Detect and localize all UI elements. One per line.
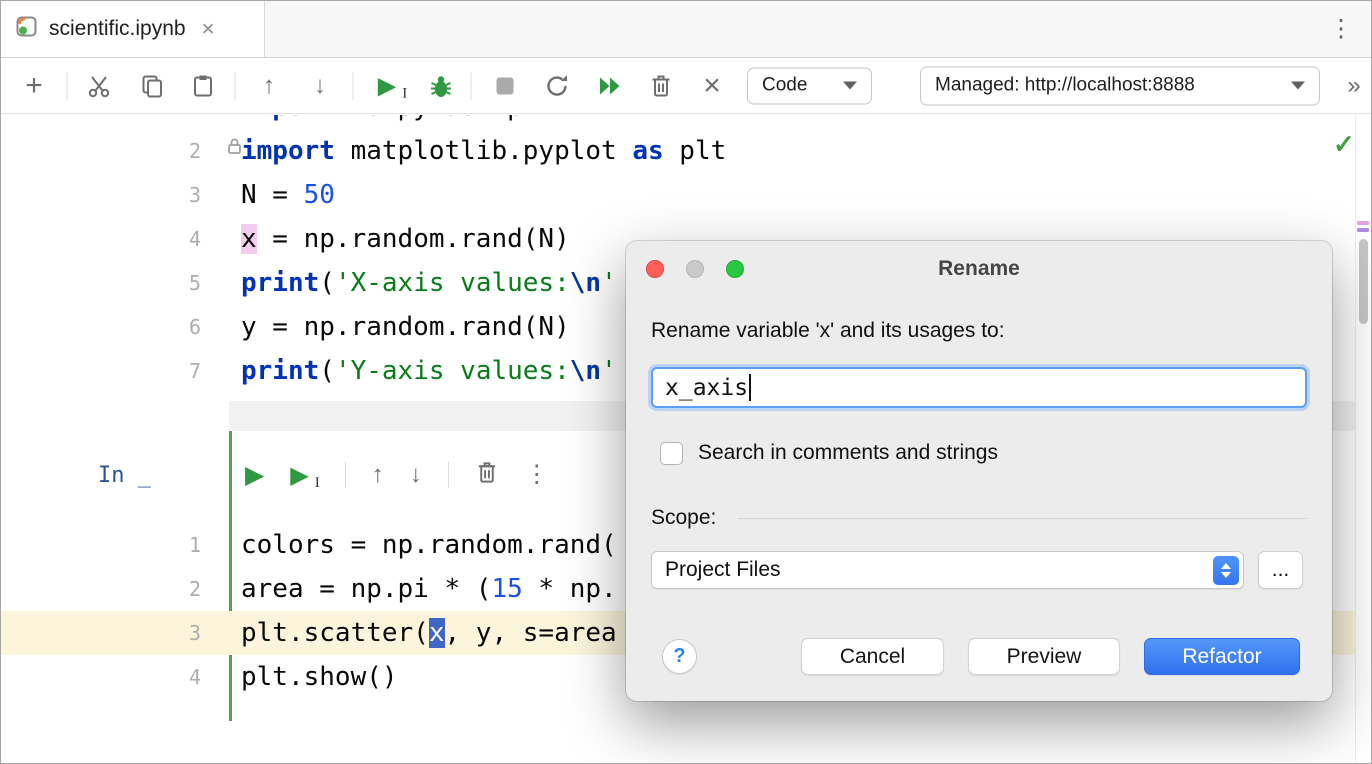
toolbar-separator <box>67 72 68 100</box>
ide-window: scientific.ipynb × ⋮ + ↑ <box>0 0 1372 764</box>
dialog-title: Rename <box>626 257 1332 281</box>
inspections-ok-icon[interactable]: ✓ <box>1333 129 1355 160</box>
line-number: 4 <box>1 227 201 251</box>
editor-tab-bar: scientific.ipynb × ⋮ <box>1 1 1371 58</box>
chevron-down-icon <box>843 82 857 90</box>
lock-icon <box>227 137 242 160</box>
code-text: N = 50 <box>241 180 335 210</box>
tab-scientific-ipynb[interactable]: scientific.ipynb × <box>1 1 265 57</box>
chevron-down-icon <box>1291 82 1305 90</box>
move-cell-up-icon[interactable]: ↑ <box>372 463 384 487</box>
move-cell-down-icon[interactable]: ↓ <box>410 463 422 487</box>
server-value: Managed: http://localhost:8888 <box>935 75 1195 97</box>
code-text: import matplotlib.pyplot as plt <box>241 136 726 166</box>
new-name-input[interactable]: x_axis <box>651 367 1307 408</box>
code-line[interactable]: 3 N = 50 <box>1 173 1355 217</box>
cut-cell-icon[interactable] <box>86 73 112 99</box>
cell-toolbar: ▶ ▶I ↑ ↓ ⋮ <box>245 453 575 497</box>
tab-title: scientific.ipynb <box>49 17 186 41</box>
line-number: 3 <box>1 183 201 207</box>
line-number: 7 <box>1 359 201 383</box>
line-number: 2 <box>1 577 201 601</box>
select-stepper-icon[interactable] <box>1213 556 1239 585</box>
cancel-button[interactable]: Cancel <box>801 638 944 675</box>
preview-button[interactable]: Preview <box>968 638 1120 675</box>
browse-scope-button[interactable]: ... <box>1258 551 1303 589</box>
scope-select[interactable]: Project Files <box>651 551 1244 589</box>
code-line[interactable]: 1 import numpy as np <box>1 115 1355 129</box>
scope-separator <box>738 518 1307 519</box>
rename-dialog: Rename Rename variable 'x' and its usage… <box>626 241 1332 701</box>
move-cell-down-icon[interactable]: ↓ <box>314 74 326 98</box>
move-cell-up-icon[interactable]: ↑ <box>263 74 275 98</box>
jupyter-server-dropdown[interactable]: Managed: http://localhost:8888 <box>920 66 1320 105</box>
tab-close-icon[interactable]: × <box>202 18 215 40</box>
code-text: plt.scatter(x, y, s=area <box>241 618 617 648</box>
code-text: area = np.pi * (15 * np. <box>241 574 617 604</box>
scrollbar-thumb[interactable] <box>1359 239 1368 324</box>
toolbar-separator <box>353 72 354 100</box>
code-text: x = np.random.rand(N) <box>241 224 570 254</box>
stop-kernel-icon[interactable] <box>497 77 514 94</box>
usage-marker <box>1357 228 1369 232</box>
notebook-toolbar: + ↑ ↓ ▶I <box>1 58 1371 114</box>
search-in-comments-checkbox[interactable] <box>660 442 683 465</box>
cell-type-dropdown[interactable]: Code <box>747 67 872 104</box>
cell-input-prompt: In _ <box>98 463 151 488</box>
debug-cell-icon[interactable] <box>428 72 455 99</box>
cell-type-value: Code <box>762 75 807 97</box>
code-text: colors = np.random.rand( <box>241 530 617 560</box>
text-caret <box>749 374 751 401</box>
tab-options-icon[interactable]: ⋮ <box>1329 15 1353 44</box>
line-number: 5 <box>1 271 201 295</box>
code-text: print('Y-axis values:\n' <box>241 356 617 386</box>
scope-value: Project Files <box>665 558 781 582</box>
editor-scrollbar[interactable] <box>1355 115 1371 763</box>
delete-cell-icon[interactable] <box>475 460 499 490</box>
toolbar-separator <box>448 462 449 488</box>
run-cell-icon[interactable]: ▶ <box>245 460 264 490</box>
rename-prompt-label: Rename variable 'x' and its usages to: <box>651 319 1005 343</box>
run-cell-select-below-icon[interactable]: ▶I <box>290 461 308 490</box>
add-cell-icon[interactable]: + <box>25 71 43 101</box>
paste-cell-icon[interactable] <box>190 73 216 99</box>
line-number: 1 <box>1 115 201 119</box>
clear-outputs-icon[interactable]: × <box>703 71 721 101</box>
copy-cell-icon[interactable] <box>139 73 165 99</box>
line-number: 4 <box>1 665 201 689</box>
usage-marker <box>1357 221 1369 225</box>
toolbar-separator <box>345 462 346 488</box>
checkbox-label[interactable]: Search in comments and strings <box>698 441 998 465</box>
code-text: import numpy as np <box>241 115 523 122</box>
run-all-cells-icon[interactable] <box>596 73 624 99</box>
line-number: 1 <box>1 533 201 557</box>
restart-kernel-icon[interactable] <box>544 72 571 99</box>
code-text: plt.show() <box>241 662 398 692</box>
scope-label: Scope: <box>651 506 716 530</box>
code-text: print('X-axis values:\n' <box>241 268 617 298</box>
delete-cell-icon[interactable] <box>649 73 674 99</box>
help-button[interactable]: ? <box>662 639 697 674</box>
search-in-comments-row[interactable]: Search in comments and strings <box>660 441 998 465</box>
toolbar-separator <box>471 72 472 100</box>
notebook-file-icon <box>15 15 38 43</box>
refactor-button[interactable]: Refactor <box>1144 638 1300 675</box>
more-toolbar-actions-icon[interactable]: » <box>1347 74 1360 98</box>
code-line[interactable]: 2 import matplotlib.pyplot as plt <box>1 129 1355 173</box>
new-name-value: x_axis <box>665 375 748 401</box>
toolbar-separator <box>235 72 236 100</box>
line-number: 3 <box>1 621 201 645</box>
cell-options-icon[interactable]: ⋮ <box>525 463 549 487</box>
line-number: 6 <box>1 315 201 339</box>
line-number: 2 <box>1 139 201 163</box>
code-text: y = np.random.rand(N) <box>241 312 570 342</box>
run-cell-select-below-icon[interactable]: ▶I <box>378 71 396 100</box>
